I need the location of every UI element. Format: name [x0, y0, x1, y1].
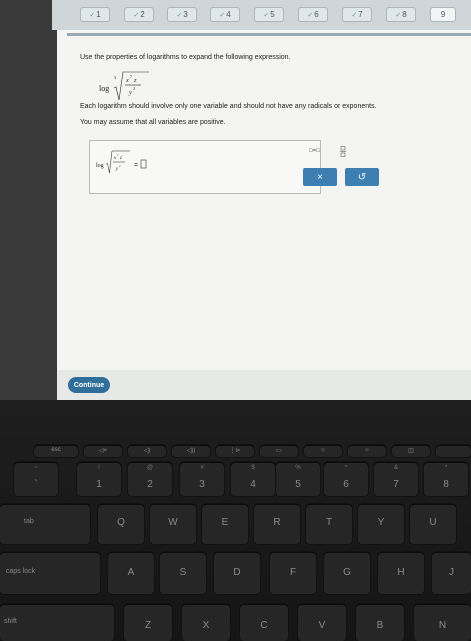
key-y[interactable]: Y: [358, 504, 404, 544]
check-icon: ✓: [263, 11, 270, 19]
check-icon: ✓: [176, 11, 183, 19]
progress-step-8[interactable]: ✓ 8: [386, 7, 416, 22]
key-z[interactable]: Z: [124, 604, 172, 641]
key-6[interactable]: ^ 6: [324, 462, 368, 496]
key-tab[interactable]: tab: [0, 504, 90, 544]
key-shift[interactable]: shift: [0, 604, 114, 641]
root-index: 3: [114, 75, 117, 80]
key-backtick[interactable]: ~ `: [14, 462, 58, 496]
close-icon: ×: [317, 171, 323, 183]
answer-log-word: log: [96, 163, 104, 169]
key-b[interactable]: B: [356, 604, 404, 641]
check-icon: ✓: [395, 11, 402, 19]
question-panel: Use the properties of logarithms to expa…: [57, 30, 471, 400]
key-2[interactable]: @2: [128, 462, 172, 496]
key-caps-lock[interactable]: caps lock: [0, 552, 100, 594]
progress-step-6[interactable]: ✓ 6: [298, 7, 328, 22]
key-j[interactable]: J: [432, 552, 471, 594]
answer-numerator-exponent: 7: [117, 153, 119, 157]
log-template-button[interactable]: □=□: [309, 148, 320, 154]
question-assumption: You may assume that all variables are po…: [80, 119, 226, 126]
progress-step-7[interactable]: ✓ 7: [342, 7, 372, 22]
progress-bar: ✓ 1 ✓ 2 ✓ 3 ✓ 4 ✓ 5 ✓ 6 ✓ 7 ✓ 8 9: [52, 0, 471, 30]
key-brightness-down[interactable]: ☼: [304, 445, 342, 457]
check-icon: ✓: [133, 11, 140, 19]
laptop-keyboard: esc ◁× ◁) ◁)) ⋮⊳ ▭ ☼ ☼ ◫ ~ ` ! 1 @2 #3 $4 …: [0, 400, 471, 641]
fraction-template-icon[interactable]: [340, 146, 346, 157]
numerator-z: z: [133, 77, 137, 84]
key-volume-down[interactable]: ◁): [128, 445, 166, 457]
progress-step-2[interactable]: ✓ 2: [124, 7, 154, 22]
key-esc[interactable]: esc: [34, 445, 78, 457]
question-prompt: Use the properties of logarithms to expa…: [80, 54, 291, 61]
question-instruction: Each logarithm should involve only one v…: [80, 103, 377, 110]
key-x[interactable]: X: [182, 604, 230, 641]
answer-input-area[interactable]: log x 7 z y 2 =: [89, 140, 321, 194]
key-n[interactable]: N: [414, 604, 471, 641]
check-icon: ✓: [89, 11, 96, 19]
key-3[interactable]: #3: [180, 462, 224, 496]
key-function-last[interactable]: [436, 445, 471, 457]
answer-denominator-exponent: 2: [119, 164, 121, 168]
progress-step-9[interactable]: 9: [430, 7, 456, 22]
key-q[interactable]: Q: [98, 504, 144, 544]
undo-icon: ↺: [357, 171, 367, 183]
numerator-exponent: 7: [130, 74, 132, 79]
key-8[interactable]: * 8: [424, 462, 468, 496]
continue-button[interactable]: Continue: [68, 377, 110, 393]
denominator-y: y: [128, 89, 132, 96]
equals-sign: =: [134, 162, 138, 169]
divider: [67, 33, 471, 36]
key-r[interactable]: R: [254, 504, 300, 544]
denominator-exponent: 2: [133, 86, 135, 91]
key-4[interactable]: $4: [231, 462, 275, 496]
check-icon: ✓: [307, 11, 314, 19]
key-f[interactable]: F: [270, 552, 316, 594]
key-volume-up[interactable]: ◁)): [172, 445, 210, 457]
progress-step-3[interactable]: ✓ 3: [167, 7, 197, 22]
key-c[interactable]: C: [240, 604, 288, 641]
key-keyboard-light[interactable]: ▭: [260, 445, 298, 457]
progress-step-1[interactable]: ✓ 1: [80, 7, 110, 22]
progress-step-4[interactable]: ✓ 4: [210, 7, 240, 22]
key-mute[interactable]: ◁×: [84, 445, 122, 457]
screen-bezel: [0, 0, 57, 400]
check-icon: ✓: [219, 11, 226, 19]
key-u[interactable]: U: [410, 504, 456, 544]
key-7[interactable]: & 7: [374, 462, 418, 496]
key-5[interactable]: % 5: [276, 462, 320, 496]
empty-box-icon[interactable]: [140, 159, 147, 169]
key-e[interactable]: E: [202, 504, 248, 544]
key-w[interactable]: W: [150, 504, 196, 544]
clear-button[interactable]: ×: [303, 168, 337, 186]
key-display[interactable]: ◫: [392, 445, 430, 457]
check-icon: ✓: [351, 11, 358, 19]
key-play-pause[interactable]: ⋮⊳: [216, 445, 254, 457]
progress-step-5[interactable]: ✓ 5: [254, 7, 284, 22]
key-a[interactable]: A: [108, 552, 154, 594]
numerator-x: x: [125, 77, 129, 84]
key-v[interactable]: V: [298, 604, 346, 641]
key-1[interactable]: ! 1: [77, 462, 121, 496]
footer-bar: [57, 370, 471, 400]
log-word: log: [99, 84, 109, 93]
key-brightness-up[interactable]: ☼: [348, 445, 386, 457]
key-t[interactable]: T: [306, 504, 352, 544]
undo-button[interactable]: ↺: [345, 168, 379, 186]
question-expression: log 3 x 7 z y 2: [99, 71, 149, 101]
key-s[interactable]: S: [160, 552, 206, 594]
answer-expression[interactable]: log x 7 z y 2 =: [96, 147, 216, 181]
answer-numerator-z: z: [119, 156, 122, 161]
key-d[interactable]: D: [214, 552, 260, 594]
key-g[interactable]: G: [324, 552, 370, 594]
key-h[interactable]: H: [378, 552, 424, 594]
